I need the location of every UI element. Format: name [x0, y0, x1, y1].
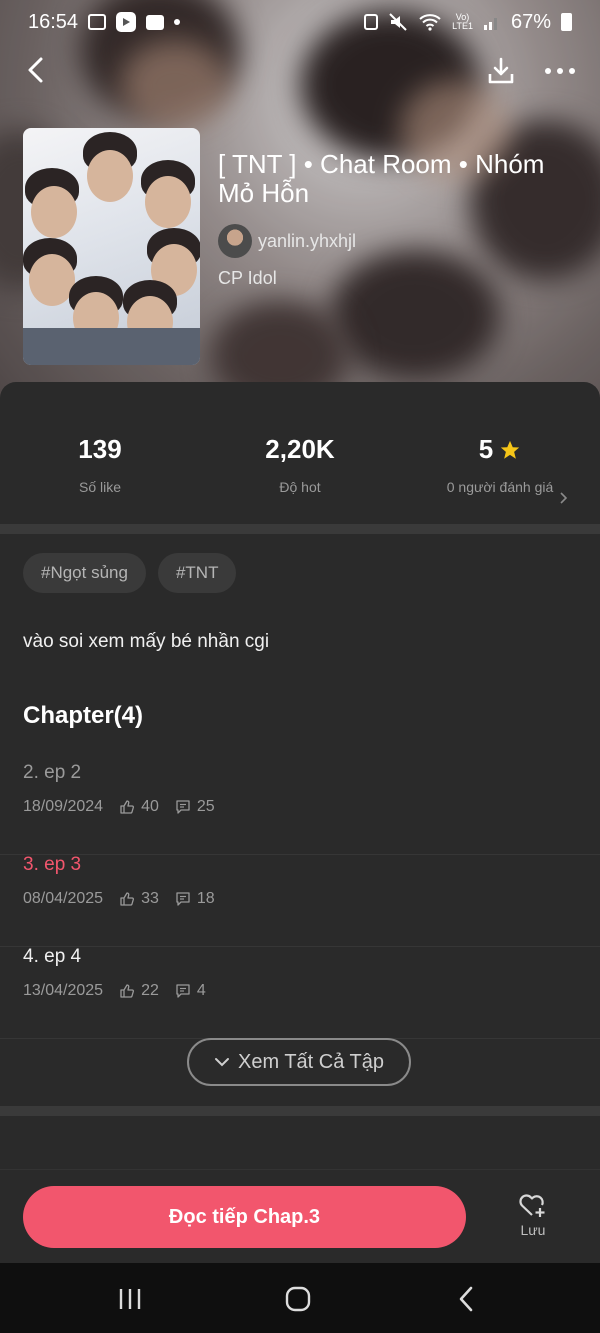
top-bar: [0, 44, 600, 96]
hot-stat: 2,20K Độ hot: [210, 434, 390, 496]
thumbs-up-icon: [120, 892, 135, 906]
author-link[interactable]: yanlin.yhxhjl: [218, 224, 356, 258]
status-bar: 16:54 Vo) LTE1 67%: [0, 0, 600, 44]
signal-icon: [483, 18, 497, 30]
continue-reading-button[interactable]: Đọc tiếp Chap.3: [23, 1186, 466, 1248]
save-button[interactable]: Lưu: [505, 1190, 561, 1238]
chapter-date: 13/04/2025: [23, 982, 104, 999]
comment-icon: [176, 800, 190, 814]
chapter-item[interactable]: 3. ep 3 08/04/2025 33 18: [0, 854, 600, 947]
more-dots-icon: [545, 68, 575, 74]
hot-count: 2,20K: [265, 434, 335, 464]
mute-icon: [389, 13, 407, 31]
view-all-label: Xem Tất Cả Tập: [238, 1050, 384, 1073]
status-time: 16:54: [28, 10, 79, 33]
chapter-item[interactable]: 4. ep 4 13/04/2025 22 4: [0, 946, 600, 1039]
continue-reading-label: Đọc tiếp Chap.3: [168, 1205, 321, 1228]
download-icon: [488, 57, 514, 84]
tag-chip[interactable]: #TNT: [157, 553, 237, 593]
view-all-chapters-button[interactable]: Xem Tất Cả Tập: [187, 1038, 411, 1086]
section-divider: [0, 1106, 600, 1116]
author-avatar: [218, 224, 252, 258]
chevron-left-icon: [28, 57, 43, 83]
story-description: vào soi xem mấy bé nhần cgi: [23, 631, 270, 652]
recent-apps-icon: [119, 1289, 141, 1309]
system-navigation-bar: [0, 1263, 600, 1333]
thumbs-up-icon: [120, 800, 135, 814]
chapter-likes: 40: [141, 798, 159, 815]
chapter-comments: 18: [196, 890, 215, 907]
back-arrow-icon: [459, 1286, 473, 1312]
story-title: [ TNT ] • Chat Room • Nhóm Mỏ Hỗn: [218, 149, 545, 208]
rating-label: 0 người đánh giá: [446, 479, 554, 495]
message-icon: [146, 14, 165, 30]
author-name: yanlin.yhxhjl: [258, 230, 357, 251]
likes-label: Số like: [78, 479, 122, 495]
alarm-icon: [364, 14, 379, 30]
chapter-date: 08/04/2025: [23, 890, 104, 907]
thumbs-up-icon: [120, 984, 135, 998]
comment-icon: [176, 892, 190, 906]
chapter-name: 3. ep 3: [23, 854, 82, 875]
home-icon: [285, 1286, 311, 1312]
volte-icon: Vo) LTE1: [452, 12, 473, 31]
rating-score: 5: [478, 434, 494, 464]
tag-list: #Ngọt sủng #TNT: [23, 553, 237, 593]
chapter-item[interactable]: 2. ep 2 18/09/2024 40 25: [0, 762, 600, 855]
battery-percent: 67%: [510, 10, 551, 33]
chapter-likes: 22: [141, 982, 159, 999]
bottom-action-bar: Đọc tiếp Chap.3 Lưu: [0, 1169, 600, 1264]
recent-apps-button[interactable]: [100, 1279, 160, 1319]
home-button[interactable]: [268, 1279, 328, 1319]
notification-dot-icon: [174, 19, 181, 25]
chapter-comments: 25: [196, 798, 215, 815]
system-back-button[interactable]: [436, 1279, 496, 1319]
chapter-name: 2. ep 2: [23, 762, 82, 783]
more-options-button[interactable]: [538, 52, 582, 90]
story-category: CP Idol: [218, 268, 277, 288]
chapter-name: 4. ep 4: [23, 946, 82, 967]
story-detail-sheet: 139 Số like 2,20K Độ hot 5 0 người đánh …: [0, 382, 600, 1333]
back-button[interactable]: [18, 52, 54, 88]
comment-icon: [176, 984, 190, 998]
chapter-likes: 33: [141, 890, 159, 907]
play-icon: [116, 12, 137, 32]
chapters-header: Chapter(4): [23, 702, 144, 729]
battery-icon: [561, 13, 572, 31]
wifi-icon: [419, 14, 441, 31]
gallery-icon: [88, 14, 107, 30]
hot-label: Độ hot: [279, 479, 321, 495]
star-icon: [501, 440, 520, 459]
heart-plus-icon: [519, 1194, 545, 1217]
chapter-date: 18/09/2024: [23, 798, 104, 815]
stats-row: 139 Số like 2,20K Độ hot 5 0 người đánh …: [0, 382, 600, 522]
download-button[interactable]: [482, 52, 520, 90]
tag-chip[interactable]: #Ngọt sủng: [23, 553, 146, 593]
likes-stat: 139 Số like: [10, 434, 190, 496]
story-cover-image[interactable]: [23, 128, 200, 365]
chevron-right-icon: [560, 492, 568, 504]
chapter-comments: 4: [196, 982, 206, 999]
chevron-down-icon: [215, 1058, 229, 1067]
rating-stat[interactable]: 5 0 người đánh giá: [410, 434, 590, 504]
section-divider: [0, 524, 600, 534]
likes-count: 139: [78, 434, 122, 464]
save-label: Lưu: [520, 1222, 546, 1238]
